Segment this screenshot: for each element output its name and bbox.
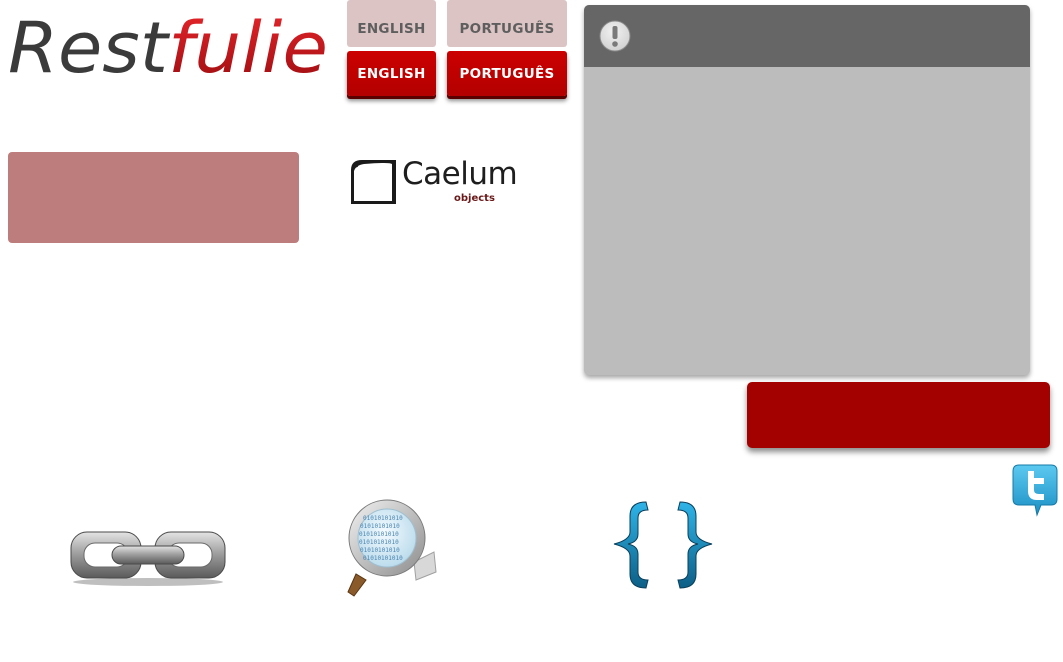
english-button-inactive[interactable]: ENGLISH xyxy=(347,0,436,47)
portuguese-button[interactable]: PORTUGUÊS xyxy=(447,51,567,96)
cta-button[interactable] xyxy=(747,382,1050,448)
caelum-subtitle: objects xyxy=(454,193,495,204)
svg-text:01010101010: 01010101010 xyxy=(363,555,403,562)
svg-text:01010101010: 01010101010 xyxy=(360,547,400,554)
braces-icon xyxy=(606,496,720,594)
english-button[interactable]: ENGLISH xyxy=(347,51,436,96)
link-icon xyxy=(68,526,228,586)
search-icon: 01010101010 01010101010 01010101010 0101… xyxy=(344,496,440,598)
alert-panel xyxy=(584,5,1030,375)
caelum-mark-icon xyxy=(351,160,396,204)
svg-text:01010101010: 01010101010 xyxy=(363,515,403,522)
svg-text:01010101010: 01010101010 xyxy=(359,539,399,546)
caelum-wordmark: Caelum xyxy=(402,156,518,192)
svg-text:01010101010: 01010101010 xyxy=(360,523,400,530)
logo-text-fulie: fulie xyxy=(168,7,328,89)
portuguese-button-inactive[interactable]: PORTUGUÊS xyxy=(447,0,567,47)
alert-header xyxy=(584,5,1030,67)
intro-panel xyxy=(8,152,299,243)
restfulie-logo[interactable]: Rest fulie xyxy=(6,2,332,92)
twitter-icon[interactable] xyxy=(1011,463,1059,517)
svg-text:01010101010: 01010101010 xyxy=(359,531,399,538)
exclamation-icon xyxy=(599,20,631,52)
logo-text-rest: Rest xyxy=(8,7,171,89)
